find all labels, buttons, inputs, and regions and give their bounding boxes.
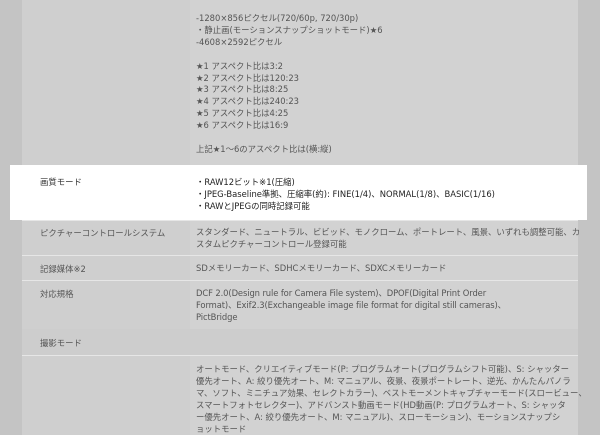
image-size-values: -1280×856ピクセル(720/60p, 720/30p) ・静止画(モーシ… [196, 13, 578, 156]
label-cell-blank [22, 0, 190, 165]
value-line: ★3 アスペクト比は8:25 [196, 84, 289, 95]
row-value: スタンダード、ニュートラル、ビビッド、モノクローム、ポートレート、風景、いずれも… [196, 227, 581, 251]
value-line: ★2 アスペクト比は120:23 [196, 72, 299, 83]
row-label: 画質モード [40, 177, 82, 187]
value-line: ★1 アスペクト比は3:2 [196, 60, 284, 71]
value-line: ・JPEG-Baseline準拠、圧縮率(約): FINE(1/4)、NORMA… [196, 189, 495, 199]
value-line: 上記★1〜6のアスペクト比は(横:縦) [196, 143, 332, 154]
row-value: オートモード、クリエイティブモード(P: プログラムオート(プログラムシフト可能… [196, 364, 587, 435]
value-line: -1280×856ピクセル(720/60p, 720/30p) [196, 13, 359, 23]
value-line [196, 132, 578, 144]
value-line [196, 49, 578, 61]
spec-row-image-quality-highlighted: 画質モード ・RAW12ビット※1(圧縮) ・JPEG-Baseline準拠、圧… [10, 165, 587, 220]
label-cell-blank [22, 356, 190, 435]
value-line: DCF 2.0(Design rule for Camera File syst… [196, 288, 487, 298]
row-label: ピクチャーコントロールシステム [40, 228, 166, 238]
value-line: スマートフォトセレクター)、アドバンスト動画モード(HD動画(P: プログラムオ… [196, 399, 566, 410]
value-line: ・静止画(モーションスナップショットモード)★6 [196, 24, 383, 35]
value-line: ・RAWとJPEGの同時記録可能 [196, 201, 310, 211]
value-line: SDメモリーカード、SDHCメモリーカード、SDXCメモリーカード [196, 263, 447, 273]
value-line: Format)、Exif2.3(Exchangeable image file … [196, 299, 506, 310]
value-line: ー優先オート、A: 絞り優先オート、M: マニュアル)、スローモーション)、モー… [196, 411, 561, 422]
value-line: オートモード、クリエイティブモード(P: プログラムオート(プログラムシフト可能… [196, 364, 569, 374]
value-line: 優先オート、A: 絞り優先オート、M: マニュアル、夜景、夜景ポートレート、逆光… [196, 375, 571, 386]
row-value: ・RAW12ビット※1(圧縮) ・JPEG-Baseline準拠、圧縮率(約):… [196, 176, 578, 212]
value-line: ・RAW12ビット※1(圧縮) [196, 177, 295, 187]
value-line: ★5 アスペクト比は4:25 [196, 108, 289, 119]
row-label: 対応規格 [40, 289, 74, 299]
row-value: DCF 2.0(Design rule for Camera File syst… [196, 288, 578, 324]
value-line: -4608×2592ピクセル [196, 36, 283, 47]
section-title: 撮影モード [40, 338, 82, 348]
row-value: SDメモリーカード、SDHCメモリーカード、SDXCメモリーカード [196, 263, 578, 275]
value-line: ★4 アスペクト比は240:23 [196, 96, 299, 107]
row-label: 記録媒体※2 [40, 264, 86, 274]
value-line: マ、ソフト、ミニチュア効果、セレクトカラー)、ベストモーメントキャプチャーモード… [196, 387, 587, 398]
value-line: ョットモード [196, 423, 247, 434]
value-line: PictBridge [196, 311, 238, 322]
value-line: スタムピクチャーコントロール登録可能 [196, 238, 347, 249]
value-line: ★6 アスペクト比は16:9 [196, 120, 289, 131]
section-header-shooting-mode: 撮影モード [22, 329, 578, 355]
value-line: スタンダード、ニュートラル、ビビッド、モノクローム、ポートレート、風景、いずれも… [196, 227, 581, 237]
